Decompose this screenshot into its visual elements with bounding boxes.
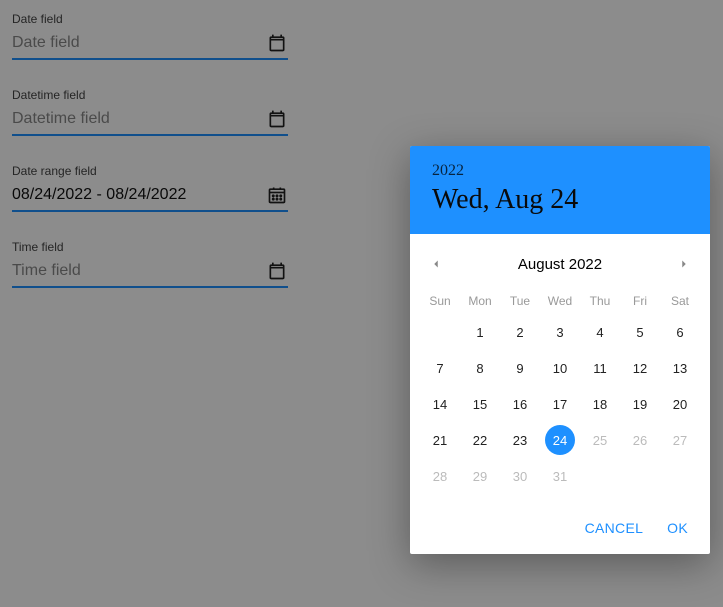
calendar-day[interactable]: 13 <box>660 350 700 386</box>
calendar-day[interactable]: 4 <box>580 314 620 350</box>
calendar-day[interactable]: 9 <box>500 350 540 386</box>
calendar-day[interactable]: 30 <box>500 458 540 494</box>
calendar-day[interactable]: 27 <box>660 422 700 458</box>
weekday-label: Mon <box>460 294 500 308</box>
calendar-week: 28293031 <box>410 458 710 494</box>
calendar-day[interactable]: 20 <box>660 386 700 422</box>
calendar-week: 21222324252627 <box>410 422 710 458</box>
calendar-day[interactable]: 2 <box>500 314 540 350</box>
calendar-empty-cell <box>660 458 700 494</box>
picker-nav: August 2022 <box>410 234 710 286</box>
ok-button[interactable]: OK <box>667 520 688 536</box>
calendar-day[interactable]: 3 <box>540 314 580 350</box>
weekday-label: Fri <box>620 294 660 308</box>
calendar-day[interactable]: 11 <box>580 350 620 386</box>
calendar-day[interactable]: 7 <box>420 350 460 386</box>
calendar-day[interactable]: 31 <box>540 458 580 494</box>
calendar-day[interactable]: 26 <box>620 422 660 458</box>
weekday-label: Wed <box>540 294 580 308</box>
calendar-day[interactable]: 16 <box>500 386 540 422</box>
calendar-day[interactable]: 21 <box>420 422 460 458</box>
calendar-day[interactable]: 15 <box>460 386 500 422</box>
calendar-week: 123456 <box>410 314 710 350</box>
date-picker: 2022 Wed, Aug 24 August 2022 SunMonTueWe… <box>410 146 710 554</box>
calendar-week: 78910111213 <box>410 350 710 386</box>
calendar-grid: 1234567891011121314151617181920212223242… <box>410 314 710 502</box>
calendar-empty-cell <box>420 314 460 350</box>
calendar-empty-cell <box>580 458 620 494</box>
weekday-row: SunMonTueWedThuFriSat <box>410 294 710 308</box>
calendar-day[interactable]: 29 <box>460 458 500 494</box>
calendar-day[interactable]: 25 <box>580 422 620 458</box>
calendar-day[interactable]: 17 <box>540 386 580 422</box>
calendar-day[interactable]: 22 <box>460 422 500 458</box>
calendar-day[interactable]: 12 <box>620 350 660 386</box>
picker-date-text[interactable]: Wed, Aug 24 <box>432 184 688 216</box>
calendar-day[interactable]: 19 <box>620 386 660 422</box>
weekday-label: Sun <box>420 294 460 308</box>
calendar-day[interactable]: 28 <box>420 458 460 494</box>
weekday-label: Thu <box>580 294 620 308</box>
calendar-day[interactable]: 6 <box>660 314 700 350</box>
calendar-day[interactable]: 10 <box>540 350 580 386</box>
calendar-day[interactable]: 18 <box>580 386 620 422</box>
calendar-day[interactable]: 5 <box>620 314 660 350</box>
month-title: August 2022 <box>518 256 602 273</box>
calendar-day[interactable]: 1 <box>460 314 500 350</box>
next-month-button[interactable] <box>670 250 698 278</box>
picker-year[interactable]: 2022 <box>432 162 688 180</box>
weekday-label: Tue <box>500 294 540 308</box>
weekday-label: Sat <box>660 294 700 308</box>
calendar-day[interactable]: 24 <box>540 422 580 458</box>
prev-month-button[interactable] <box>422 250 450 278</box>
picker-actions: CANCEL OK <box>410 502 710 554</box>
picker-header: 2022 Wed, Aug 24 <box>410 146 710 234</box>
cancel-button[interactable]: CANCEL <box>585 520 644 536</box>
calendar-day[interactable]: 8 <box>460 350 500 386</box>
calendar-empty-cell <box>620 458 660 494</box>
calendar-day[interactable]: 14 <box>420 386 460 422</box>
calendar-week: 14151617181920 <box>410 386 710 422</box>
calendar-day[interactable]: 23 <box>500 422 540 458</box>
